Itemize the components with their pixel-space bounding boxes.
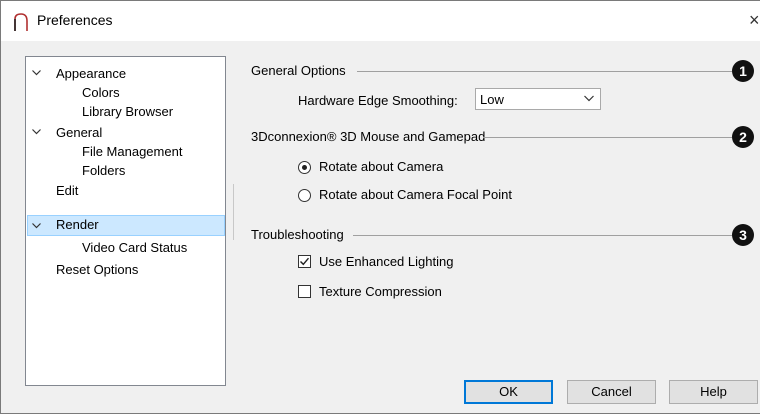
- mouse-section-title: 3Dconnexion® 3D Mouse and Gamepad: [251, 129, 486, 144]
- title-bar: Preferences ×: [1, 1, 760, 41]
- group-divider: [483, 137, 732, 138]
- category-tree: Appearance Colors Library Browser Genera…: [25, 56, 226, 386]
- rotate-camera-radio[interactable]: [298, 161, 311, 174]
- tree-item-render[interactable]: Render: [56, 215, 99, 235]
- window-title: Preferences: [37, 12, 113, 28]
- edge-smoothing-label: Hardware Edge Smoothing:: [298, 93, 458, 108]
- chevron-down-icon: [584, 95, 594, 102]
- tree-item-video-card-status[interactable]: Video Card Status: [82, 238, 187, 258]
- tree-item-library-browser[interactable]: Library Browser: [82, 102, 173, 122]
- tree-item-colors[interactable]: Colors: [82, 83, 120, 103]
- rotate-focal-radio[interactable]: [298, 189, 311, 202]
- expand-chevron-icon[interactable]: [32, 64, 42, 84]
- tree-item-appearance[interactable]: Appearance: [56, 64, 126, 84]
- expand-chevron-icon[interactable]: [32, 123, 42, 143]
- group-divider: [353, 235, 732, 236]
- callout-badge: 2: [732, 126, 754, 148]
- close-icon[interactable]: ×: [749, 10, 760, 31]
- troubleshooting-title: Troubleshooting: [251, 227, 344, 242]
- edge-smoothing-value: Low: [480, 92, 504, 107]
- tree-item-general[interactable]: General: [56, 123, 102, 143]
- app-arch-icon: [14, 13, 28, 31]
- help-button[interactable]: Help: [669, 380, 758, 404]
- checkmark-icon: [300, 257, 310, 266]
- expand-chevron-icon[interactable]: [32, 217, 42, 237]
- texture-compression-checkbox[interactable]: [298, 285, 311, 298]
- tree-item-folders[interactable]: Folders: [82, 161, 125, 181]
- enhanced-lighting-label[interactable]: Use Enhanced Lighting: [319, 254, 453, 269]
- texture-compression-label[interactable]: Texture Compression: [319, 284, 442, 299]
- general-options-title: General Options: [251, 63, 346, 78]
- panel-splitter[interactable]: [232, 184, 235, 240]
- enhanced-lighting-checkbox[interactable]: [298, 255, 311, 268]
- callout-badge: 1: [732, 60, 754, 82]
- cancel-button[interactable]: Cancel: [567, 380, 656, 404]
- rotate-focal-label[interactable]: Rotate about Camera Focal Point: [319, 187, 512, 202]
- tree-item-reset-options[interactable]: Reset Options: [56, 260, 138, 280]
- ok-button[interactable]: OK: [464, 380, 553, 404]
- group-divider: [357, 71, 732, 72]
- tree-item-edit[interactable]: Edit: [56, 181, 78, 201]
- preferences-dialog: Preferences × Appearance Colors Library …: [0, 0, 760, 414]
- rotate-camera-label[interactable]: Rotate about Camera: [319, 159, 443, 174]
- tree-item-file-management[interactable]: File Management: [82, 142, 182, 162]
- edge-smoothing-select[interactable]: Low: [475, 88, 601, 110]
- callout-badge: 3: [732, 224, 754, 246]
